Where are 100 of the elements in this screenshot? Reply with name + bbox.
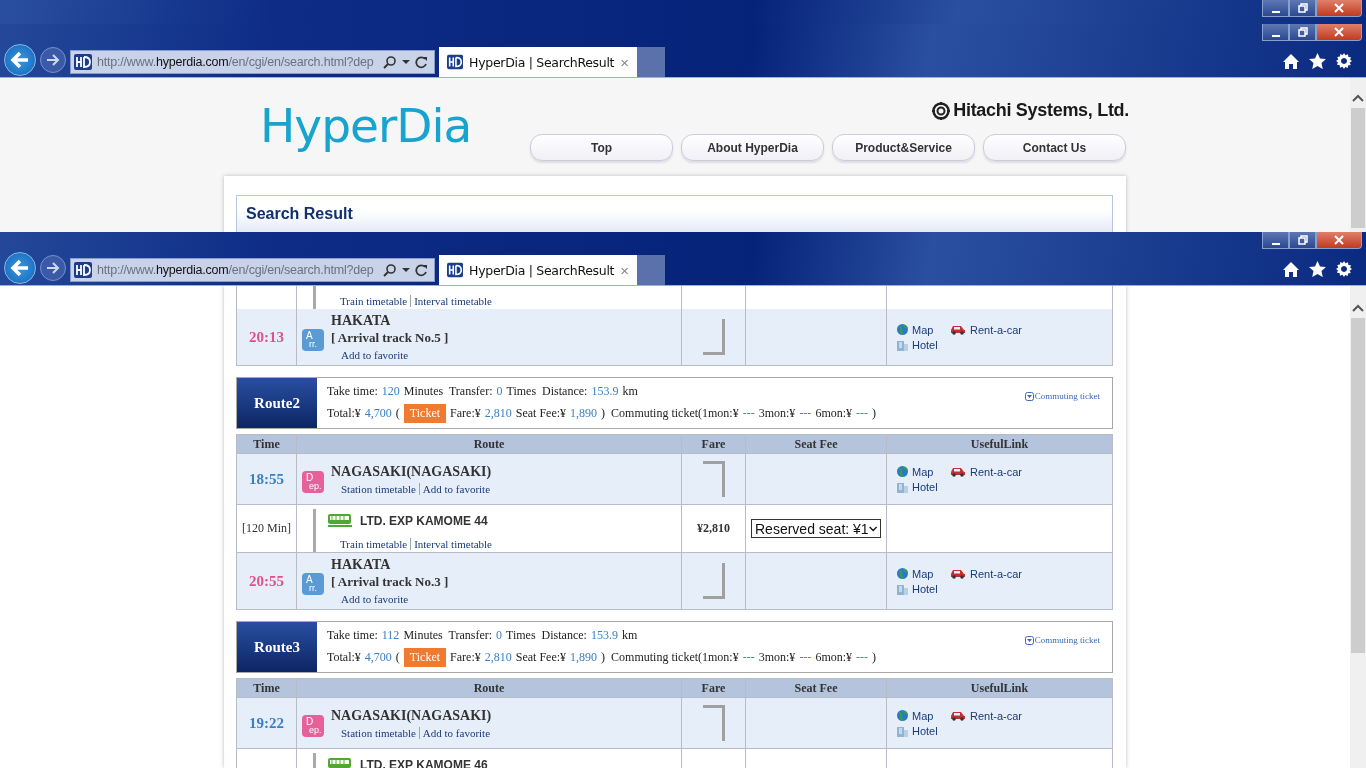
useful-link[interactable]: Rent-a-car xyxy=(950,323,1022,336)
forward-button[interactable] xyxy=(40,47,66,73)
summary-text: km xyxy=(622,383,638,399)
commuting-ticket-link[interactable]: Commuting ticket xyxy=(1024,635,1100,645)
useful-link[interactable]: Map xyxy=(897,709,950,722)
car-icon xyxy=(950,324,966,335)
search-icon[interactable] xyxy=(383,55,397,69)
useful-link[interactable]: Rent-a-car xyxy=(950,709,1022,722)
minimize-button[interactable] xyxy=(1262,0,1289,17)
summary-value: 112 xyxy=(381,627,400,643)
useful-link[interactable]: Map xyxy=(897,465,950,478)
settings-icon[interactable] xyxy=(1336,261,1352,277)
station-name: NAGASAKI(NAGASAKI) xyxy=(331,707,492,724)
refresh-icon[interactable] xyxy=(415,55,428,69)
minimize-button[interactable] xyxy=(1262,232,1289,249)
useful-link[interactable]: Hotel xyxy=(897,480,950,493)
scroll-up-icon[interactable] xyxy=(1352,304,1364,312)
summary-text: 6mon:¥ xyxy=(815,649,853,665)
back-arrow-icon xyxy=(10,51,30,69)
summary-value: 153.9 xyxy=(590,627,618,643)
station-name: HAKATA xyxy=(331,313,392,329)
link[interactable]: Interval timetable xyxy=(410,295,492,307)
summary-value: 0 xyxy=(496,627,503,643)
scroll-up-icon[interactable] xyxy=(1352,94,1364,102)
link[interactable]: Add to favorite xyxy=(341,593,409,605)
forward-button[interactable] xyxy=(40,255,66,281)
duration-text: [120 Min] xyxy=(242,521,291,536)
summary-value: 2,810 xyxy=(484,649,512,665)
summary-value: 120 xyxy=(381,383,400,399)
section-title: Search Result xyxy=(246,205,353,223)
nav-button[interactable]: About HyperDia xyxy=(681,134,824,161)
link[interactable]: Train timetable xyxy=(340,295,408,307)
scrollbar[interactable] xyxy=(1350,286,1366,768)
car-icon xyxy=(950,568,966,579)
tab-close-button[interactable]: × xyxy=(620,53,629,71)
commuting-ticket-link[interactable]: Commuting ticket xyxy=(1024,391,1100,401)
close-button[interactable] xyxy=(1316,24,1362,41)
route-label: Route3 xyxy=(237,622,317,672)
summary-text: ) xyxy=(872,405,877,421)
tab-close-button[interactable]: × xyxy=(620,261,629,279)
restore-button[interactable] xyxy=(1289,232,1316,249)
summary-text: km xyxy=(621,627,638,643)
link[interactable]: Station timetable xyxy=(341,482,416,495)
scroll-thumb[interactable] xyxy=(1351,108,1365,228)
forward-arrow-icon xyxy=(46,262,60,274)
home-icon[interactable] xyxy=(1283,54,1299,69)
dropdown-icon[interactable] xyxy=(402,59,410,65)
scrollbar[interactable] xyxy=(1350,78,1366,232)
summary-value: 153.9 xyxy=(591,383,619,399)
seat-select[interactable]: Reserved seat: ¥1 xyxy=(751,519,881,538)
browser-tab[interactable]: HyperDia | SearchResult × xyxy=(439,47,637,77)
summary-value: --- xyxy=(799,649,812,665)
stop-badge: D ep. xyxy=(302,715,324,737)
bracket-top-icon xyxy=(702,461,725,497)
nav-button[interactable]: Top xyxy=(530,134,673,161)
link[interactable]: Add to favorite xyxy=(341,349,409,361)
useful-link[interactable]: Hotel xyxy=(897,724,950,737)
bracket-bottom-icon xyxy=(702,563,725,599)
summary-value: --- xyxy=(742,405,755,421)
site-icon xyxy=(74,54,92,70)
useful-link[interactable]: Map xyxy=(897,567,950,580)
summary-text: Times Distance: xyxy=(506,383,588,399)
nav-button[interactable]: Contact Us xyxy=(983,134,1126,161)
dropdown-icon[interactable] xyxy=(402,267,410,273)
useful-link[interactable]: Hotel xyxy=(897,338,950,351)
search-icon[interactable] xyxy=(383,263,397,277)
minimize-button[interactable] xyxy=(1262,24,1289,41)
track-text: [ Arrival track No.3 ] xyxy=(331,574,449,590)
link[interactable]: Interval timetable xyxy=(410,538,492,550)
train-name: LTD. EXP KAMOME 46 xyxy=(360,757,488,768)
back-button[interactable] xyxy=(4,252,36,284)
summary-text: Total:¥ xyxy=(327,649,361,665)
bracket-bottom-icon xyxy=(702,319,725,355)
close-button[interactable] xyxy=(1316,232,1362,249)
time-text: 18:55 xyxy=(249,470,284,488)
globe-icon xyxy=(897,324,908,335)
expand-icon xyxy=(1024,635,1034,645)
restore-button[interactable] xyxy=(1289,24,1316,41)
address-field[interactable]: http://www.hyperdia.com/en/cgi/en/search.html?dep xyxy=(70,258,435,282)
link[interactable]: Add to favorite xyxy=(418,726,491,739)
useful-link[interactable]: Rent-a-car xyxy=(950,567,1022,580)
scroll-thumb[interactable] xyxy=(1351,318,1365,653)
link[interactable]: Add to favorite xyxy=(418,482,491,495)
address-field[interactable]: http://www.hyperdia.com/en/cgi/en/search.html?dep xyxy=(70,50,435,74)
star-icon[interactable] xyxy=(1309,53,1326,69)
settings-icon[interactable] xyxy=(1336,53,1352,69)
browser-tab[interactable]: HyperDia | SearchResult × xyxy=(439,255,637,285)
useful-link[interactable]: Map xyxy=(897,323,950,336)
link[interactable]: Station timetable xyxy=(341,726,416,739)
back-button[interactable] xyxy=(4,44,36,76)
useful-link[interactable]: Hotel xyxy=(897,582,950,595)
useful-link[interactable]: Rent-a-car xyxy=(950,465,1022,478)
close-button[interactable] xyxy=(1316,0,1362,17)
refresh-icon[interactable] xyxy=(415,263,428,277)
star-icon[interactable] xyxy=(1309,261,1326,277)
summary-value: --- xyxy=(742,649,755,665)
link[interactable]: Train timetable xyxy=(340,538,408,550)
restore-button[interactable] xyxy=(1289,0,1316,17)
nav-button[interactable]: Product&Service xyxy=(832,134,975,161)
home-icon[interactable] xyxy=(1283,262,1299,277)
